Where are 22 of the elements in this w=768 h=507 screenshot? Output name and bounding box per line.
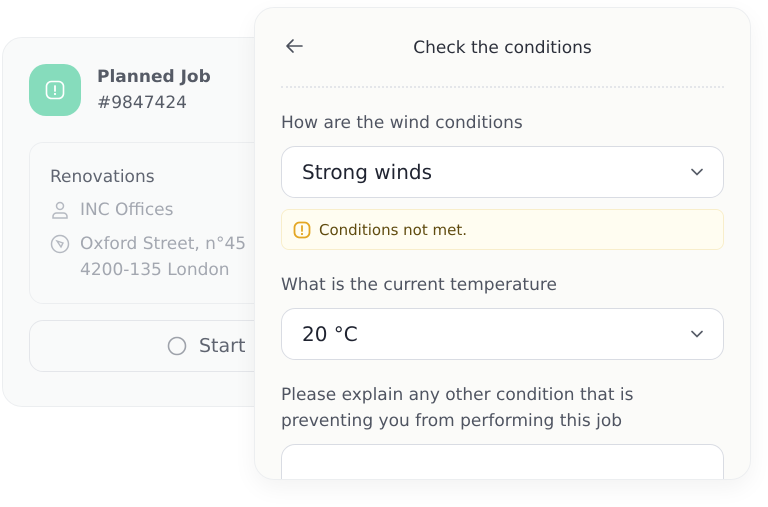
job-title: Planned Job bbox=[97, 66, 211, 89]
job-number: #9847424 bbox=[97, 92, 188, 115]
dropdown[interactable]: 20 °C bbox=[281, 308, 724, 360]
person-icon bbox=[50, 200, 70, 220]
address-line: Oxford Street, n°45 bbox=[80, 233, 246, 256]
dialog-title: Check the conditions bbox=[413, 38, 592, 58]
spinner-icon bbox=[167, 336, 187, 356]
back-button[interactable] bbox=[285, 38, 303, 54]
chevron-down-icon bbox=[691, 330, 703, 338]
alert-icon bbox=[29, 64, 81, 116]
back-arrow-icon bbox=[285, 38, 303, 54]
client-name: INC Offices bbox=[80, 199, 174, 222]
field-label: Please explain any other condition that is preventing you from performing this job bbox=[281, 384, 634, 433]
warning-icon bbox=[293, 220, 311, 238]
chevron-down-icon bbox=[691, 168, 703, 176]
field-label: What is the current temperature bbox=[281, 274, 558, 297]
address-line: 4200-135 London bbox=[80, 259, 231, 282]
dropdown[interactable]: Strong winds bbox=[281, 146, 724, 198]
details-title: Renovations bbox=[50, 166, 156, 189]
warning-text: Conditions not met. bbox=[319, 220, 467, 238]
compass-icon bbox=[50, 234, 70, 254]
field-label: How are the wind conditions bbox=[281, 112, 524, 135]
